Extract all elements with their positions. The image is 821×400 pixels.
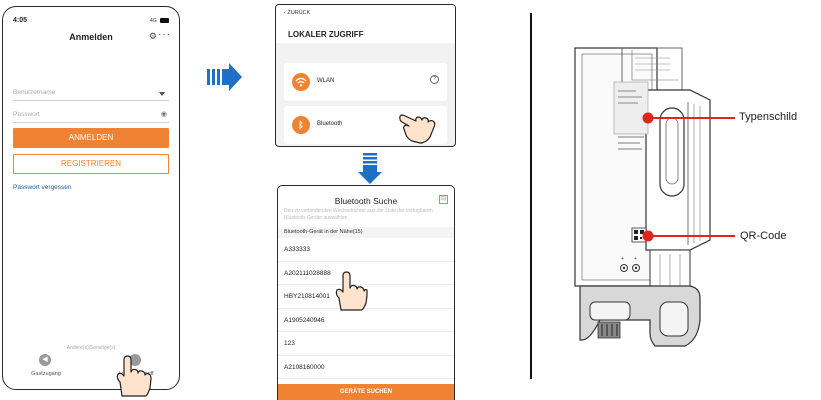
page-title: LOKALER ZUGRIFF xyxy=(288,30,364,39)
bluetooth-label: Bluetooth xyxy=(317,121,343,127)
back-button[interactable]: ‹ ZURÜCK xyxy=(284,10,310,16)
dropdown-icon[interactable] xyxy=(159,92,165,96)
nameplate-label: Typenschild xyxy=(739,111,798,123)
password-field[interactable]: Passwort ◉ xyxy=(13,107,169,123)
back-label: ZURÜCK xyxy=(287,10,311,16)
eye-icon[interactable]: ◉ xyxy=(161,110,167,118)
wlan-option[interactable]: WLAN ? xyxy=(284,63,447,101)
register-button[interactable]: REGISTRIEREN xyxy=(13,154,169,174)
divider xyxy=(530,13,532,379)
guest-icon[interactable]: ◀ xyxy=(39,354,51,366)
guest-access-button[interactable]: Gastzugang xyxy=(25,371,67,377)
login-button[interactable]: ANMELDEN xyxy=(13,128,169,148)
hand-pointer-icon xyxy=(335,271,368,311)
device-list-item[interactable]: A1905240946 xyxy=(278,309,454,332)
local-access-header: ‹ ZURÜCK LOKALER ZUGRIFF xyxy=(276,5,455,43)
battery-icon xyxy=(160,18,169,24)
qr-code-label: QR-Code xyxy=(740,230,787,242)
info-icon[interactable]: ? xyxy=(430,75,439,84)
hand-pointer-icon xyxy=(116,355,152,397)
arrow-right-icon xyxy=(207,63,242,91)
inverter-side-view: + + xyxy=(574,47,735,347)
status-signal: 4G xyxy=(150,18,169,24)
wifi-icon xyxy=(292,73,310,91)
device-list-item[interactable]: 123 xyxy=(278,332,454,356)
svg-text:+: + xyxy=(621,256,624,262)
close-icon[interactable]: ⊟ xyxy=(439,195,448,204)
device-list-item[interactable]: A2108160000 xyxy=(278,356,454,379)
device-list: A333333 A202111028888 HBY210814001 A1905… xyxy=(278,238,454,400)
login-phone-screen: 4:05 4G Anmelden ⚙ ··· Benutzername Pass… xyxy=(2,6,180,390)
signal-label: 4G xyxy=(149,18,157,24)
scan-devices-button[interactable]: GERÄTE SUCHEN xyxy=(278,384,454,400)
password-placeholder: Passwort xyxy=(13,111,40,118)
device-list-item[interactable]: A333333 xyxy=(278,238,454,262)
settings-icon[interactable]: ⚙ xyxy=(149,31,157,42)
svg-text:+: + xyxy=(634,256,637,262)
forgot-password-link[interactable]: Passwort vergessen xyxy=(13,184,72,191)
arrow-down-icon xyxy=(358,153,382,184)
wlan-label: WLAN xyxy=(317,78,335,84)
more-icon[interactable]: ··· xyxy=(158,29,171,40)
status-time: 4:05 xyxy=(13,17,28,24)
bluetooth-icon: ᛒ xyxy=(292,116,310,134)
nearby-devices-header: Bluetooth-Gerät in der Nähe(15) xyxy=(278,227,454,238)
others-label: Andere(s)|Sonstige(s) xyxy=(66,345,116,351)
page-title: Bluetooth Suche xyxy=(334,196,398,206)
username-placeholder: Benutzername xyxy=(13,89,56,96)
search-hint: Den zu verbindenden Wechselrichter aus d… xyxy=(284,208,433,221)
hand-pointer-icon xyxy=(399,114,436,144)
username-field[interactable]: Benutzername xyxy=(13,85,169,101)
